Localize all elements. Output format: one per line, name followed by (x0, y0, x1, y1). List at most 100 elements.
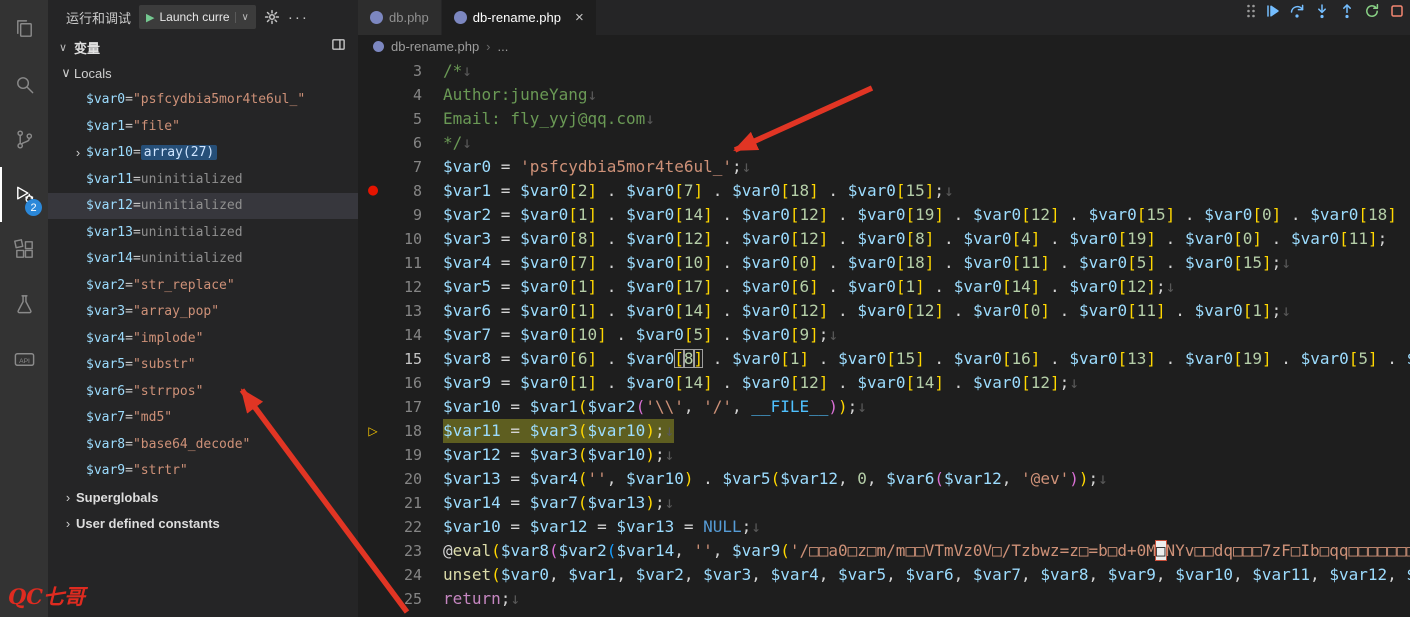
gutter[interactable] (358, 299, 388, 323)
start-debug-icon[interactable]: ▶ (146, 11, 154, 24)
debug-current-line-icon[interactable]: ▷ (358, 419, 388, 443)
line-number[interactable]: 17 (388, 395, 422, 419)
gutter[interactable] (358, 395, 388, 419)
variable-row[interactable]: $var9 = "strtr" (48, 458, 358, 485)
code-line[interactable]: 11$var4 = $var0[7] . $var0[10] . $var0[0… (358, 251, 1410, 275)
line-number[interactable]: 22 (388, 515, 422, 539)
variable-row[interactable]: $var5 = "substr" (48, 352, 358, 379)
gutter[interactable] (358, 467, 388, 491)
panel-layout-icon[interactable] (331, 37, 346, 57)
activity-extensions-icon[interactable] (0, 222, 48, 277)
code-line[interactable]: 23@eval($var8($var2($var14, '', $var9('/… (358, 539, 1410, 563)
code-line[interactable]: 17$var10 = $var1($var2('\\', '/', __FILE… (358, 395, 1410, 419)
variable-row[interactable]: $var4 = "implode" (48, 325, 358, 352)
code-line[interactable]: 7$var0 = 'psfcydbia5mor4te6ul_';↓ (358, 155, 1410, 179)
variable-row[interactable]: $var6 = "strrpos" (48, 378, 358, 405)
code-line[interactable]: 13$var6 = $var0[1] . $var0[14] . $var0[1… (358, 299, 1410, 323)
line-number[interactable]: 16 (388, 371, 422, 395)
gutter[interactable] (358, 155, 388, 179)
line-number[interactable]: 8 (388, 179, 422, 203)
activity-run-and-debug-icon[interactable]: 2 (0, 167, 48, 222)
line-number[interactable]: 4 (388, 83, 422, 107)
line-number[interactable]: 14 (388, 323, 422, 347)
step-over-icon[interactable] (1286, 2, 1308, 20)
gutter[interactable] (358, 539, 388, 563)
continue-icon[interactable] (1261, 2, 1283, 20)
code-line[interactable]: 20$var13 = $var4('', $var10) . $var5($va… (358, 467, 1410, 491)
breadcrumb[interactable]: db-rename.php › ... (358, 35, 1410, 57)
step-into-icon[interactable] (1311, 2, 1333, 20)
line-number[interactable]: 25 (388, 587, 422, 611)
line-number[interactable]: 15 (388, 347, 422, 371)
gutter[interactable] (358, 107, 388, 131)
line-number[interactable]: 3 (388, 59, 422, 83)
variable-row[interactable]: $var7 = "md5" (48, 405, 358, 432)
debug-config-dropdown[interactable]: ▶ Launch curre ∨ (139, 5, 256, 29)
line-number[interactable]: 23 (388, 539, 422, 563)
variable-row[interactable]: $var13 = uninitialized (48, 219, 358, 246)
code-line[interactable]: 6*/↓ (358, 131, 1410, 155)
gutter[interactable] (358, 131, 388, 155)
variable-row[interactable]: $var8 = "base64_decode" (48, 431, 358, 458)
code-editor[interactable]: 3/*↓4Author:juneYang↓5Email: fly_yyj@qq.… (358, 57, 1410, 617)
activity-search-icon[interactable] (0, 57, 48, 112)
variable-row[interactable]: $var0 = "psfcydbia5mor4te6ul_" (48, 87, 358, 114)
line-number[interactable]: 20 (388, 467, 422, 491)
gear-icon[interactable] (264, 9, 280, 25)
tab-db-rename.php[interactable]: db-rename.php× (442, 0, 597, 35)
variables-section-header[interactable]: ∨ 变量 (48, 34, 358, 60)
variable-row[interactable]: ›$var10 = array(27) (48, 140, 358, 167)
scope-row[interactable]: ›Superglobals (48, 484, 358, 511)
code-line[interactable]: 3/*↓ (358, 59, 1410, 83)
line-number[interactable]: 10 (388, 227, 422, 251)
gutter[interactable] (358, 563, 388, 587)
code-line[interactable]: 12$var5 = $var0[1] . $var0[17] . $var0[6… (358, 275, 1410, 299)
variable-row[interactable]: $var14 = uninitialized (48, 246, 358, 273)
activity-testing-icon[interactable] (0, 277, 48, 332)
gutter[interactable] (358, 587, 388, 611)
line-number[interactable]: 6 (388, 131, 422, 155)
stop-icon[interactable] (1386, 2, 1408, 20)
code-line[interactable]: ▷18$var11 = $var3($var10);↓ (358, 419, 1410, 443)
activity-api-client-icon[interactable]: API (0, 332, 48, 387)
gutter[interactable] (358, 323, 388, 347)
code-line[interactable]: 14$var7 = $var0[10] . $var0[5] . $var0[9… (358, 323, 1410, 347)
line-number[interactable]: 24 (388, 563, 422, 587)
line-number[interactable]: 11 (388, 251, 422, 275)
variable-row[interactable]: $var12 = uninitialized (48, 193, 358, 220)
breadcrumb-more[interactable]: ... (498, 39, 509, 54)
scope-row-locals[interactable]: ∨Locals (48, 60, 358, 87)
code-line[interactable]: 5Email: fly_yyj@qq.com↓ (358, 107, 1410, 131)
line-number[interactable]: 18 (388, 419, 422, 443)
gutter[interactable] (358, 251, 388, 275)
line-number[interactable]: 7 (388, 155, 422, 179)
gutter[interactable] (358, 83, 388, 107)
code-line[interactable]: 15$var8 = $var0[6] . $var0[8] . $var0[1]… (358, 347, 1410, 371)
activity-source-control-icon[interactable] (0, 112, 48, 167)
gutter[interactable] (358, 371, 388, 395)
code-line[interactable]: 21$var14 = $var7($var13);↓ (358, 491, 1410, 515)
line-number[interactable]: 12 (388, 275, 422, 299)
gutter[interactable] (358, 515, 388, 539)
code-line[interactable]: 19$var12 = $var3($var10);↓ (358, 443, 1410, 467)
close-icon[interactable]: × (575, 9, 584, 26)
code-line[interactable]: 9$var2 = $var0[1] . $var0[14] . $var0[12… (358, 203, 1410, 227)
variable-row[interactable]: $var1 = "file" (48, 113, 358, 140)
line-number[interactable]: 21 (388, 491, 422, 515)
gutter[interactable] (358, 227, 388, 251)
code-line[interactable]: ●8$var1 = $var0[2] . $var0[7] . $var0[18… (358, 179, 1410, 203)
gutter[interactable] (358, 203, 388, 227)
code-line[interactable]: 25return;↓ (358, 587, 1410, 611)
more-actions-icon[interactable]: ··· (288, 9, 309, 26)
tab-db.php[interactable]: db.php (358, 0, 442, 35)
code-line[interactable]: 16$var9 = $var0[1] . $var0[14] . $var0[1… (358, 371, 1410, 395)
step-out-icon[interactable] (1336, 2, 1358, 20)
code-line[interactable]: 22$var10 = $var12 = $var13 = NULL;↓ (358, 515, 1410, 539)
breadcrumb-file[interactable]: db-rename.php (391, 39, 479, 54)
variable-row[interactable]: $var3 = "array_pop" (48, 299, 358, 326)
gutter[interactable] (358, 275, 388, 299)
variable-row[interactable]: $var2 = "str_replace" (48, 272, 358, 299)
line-number[interactable]: 5 (388, 107, 422, 131)
code-line[interactable]: 10$var3 = $var0[8] . $var0[12] . $var0[1… (358, 227, 1410, 251)
code-line[interactable]: 24unset($var0, $var1, $var2, $var3, $var… (358, 563, 1410, 587)
